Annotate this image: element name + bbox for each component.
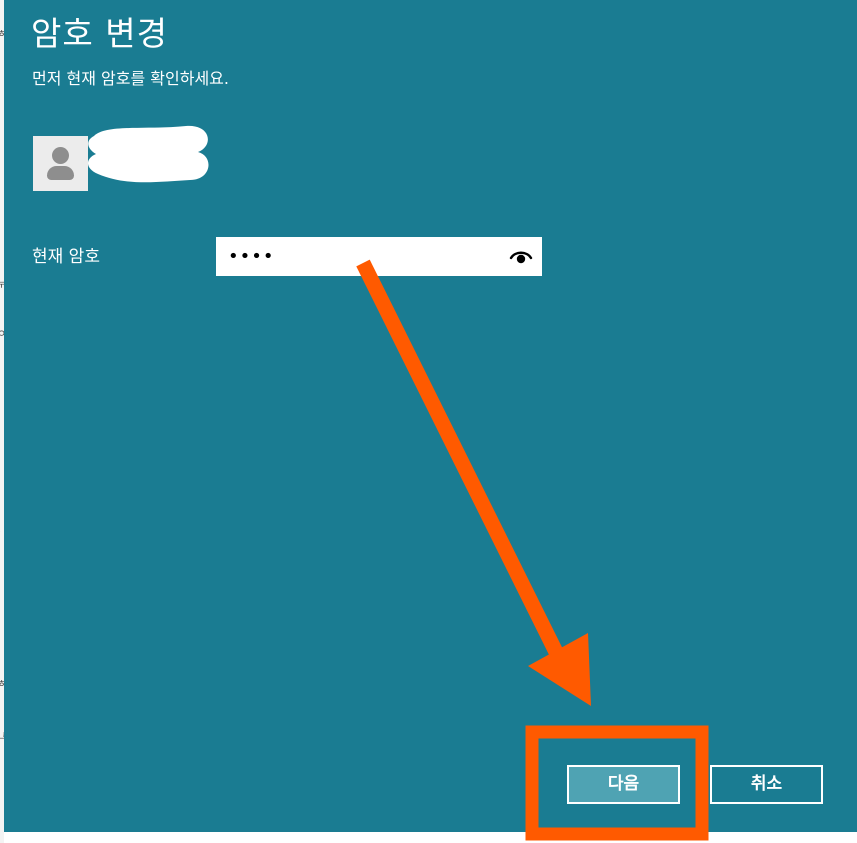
dialog-title: 암호 변경 <box>31 14 168 53</box>
user-placeholder-icon <box>33 136 88 191</box>
current-password-field[interactable] <box>216 237 542 276</box>
current-password-input[interactable] <box>216 237 506 276</box>
redacted-username-scribble <box>88 125 209 183</box>
next-button[interactable]: 다음 <box>567 765 680 804</box>
change-password-dialog: 암호 변경 먼저 현재 암호를 확인하세요. 현재 암호 다음 취소 <box>4 0 857 832</box>
current-password-label: 현재 암호 <box>32 247 100 267</box>
avatar-body <box>47 166 74 180</box>
avatar-head <box>52 147 69 164</box>
dialog-subtitle: 먼저 현재 암호를 확인하세요. <box>32 69 229 88</box>
screen: ㅎ 두 ㅇ ) ㅎ 그 암호 변경 먼저 현재 암호를 확인하세요. 현재 암호… <box>0 0 857 843</box>
eye-reveal-icon[interactable] <box>509 247 533 267</box>
cancel-button[interactable]: 취소 <box>710 765 823 804</box>
